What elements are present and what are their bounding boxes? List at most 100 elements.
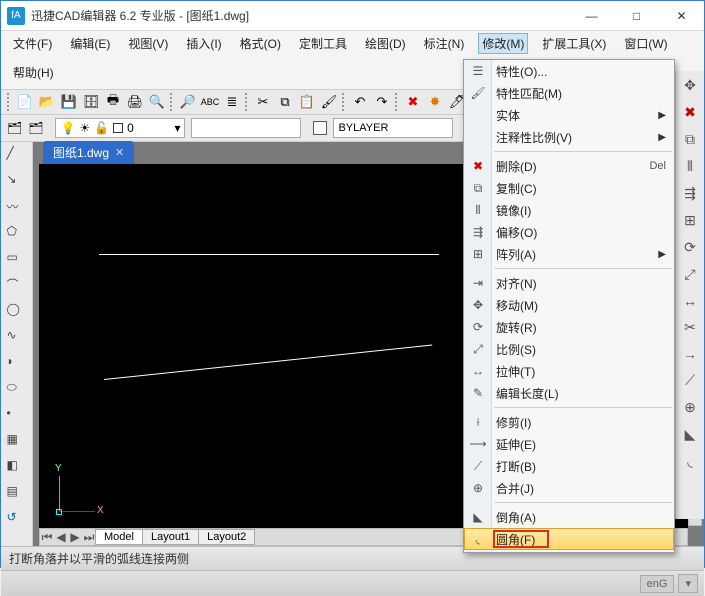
menuitem-matchprop[interactable]: 🖌特性匹配(M): [464, 82, 674, 104]
hatch-icon[interactable]: ▦: [7, 432, 27, 452]
gradient-icon[interactable]: ◧: [7, 458, 27, 478]
status-more-button[interactable]: ▾: [678, 574, 698, 593]
move-icon[interactable]: ✥: [684, 77, 696, 94]
new-icon[interactable]: 📄: [16, 93, 34, 111]
menu-edit[interactable]: 编辑(E): [66, 33, 114, 54]
menuitem-mirror[interactable]: ⦀镜像(I): [464, 199, 674, 221]
print-icon[interactable]: 🖨: [126, 93, 144, 111]
menu-custom[interactable]: 定制工具: [295, 33, 351, 54]
minimize-button[interactable]: —: [569, 1, 614, 31]
tab-close-icon[interactable]: ✕: [115, 146, 124, 159]
matchprop-icon[interactable]: 🖌: [320, 93, 338, 111]
menu-modify[interactable]: 修改(M): [478, 33, 528, 54]
preview-icon[interactable]: 🔍: [148, 93, 166, 111]
point-icon[interactable]: •: [7, 406, 27, 426]
menuitem-rotate[interactable]: ⟳旋转(R): [464, 316, 674, 338]
fillet-icon[interactable]: ◟: [687, 453, 692, 470]
revert-icon[interactable]: ↺: [7, 510, 27, 530]
menuitem-editlen[interactable]: ✎编辑长度(L): [464, 382, 674, 404]
table-icon[interactable]: ▤: [7, 484, 27, 504]
sheet-tab-layout1[interactable]: Layout1: [142, 529, 199, 545]
menu-file[interactable]: 文件(F): [9, 33, 56, 54]
polygon-icon[interactable]: ⬠: [7, 224, 27, 244]
toolbar-grip-icon[interactable]: [245, 93, 248, 111]
ellipse-icon[interactable]: ◗: [7, 354, 27, 374]
ray-icon[interactable]: ↘: [7, 172, 27, 192]
maximize-button[interactable]: □: [614, 1, 659, 31]
menuitem-annoscale[interactable]: 注释性比例(V)▶: [464, 126, 674, 148]
sheet-last-icon[interactable]: ⏭: [82, 530, 96, 545]
menuitem-delete[interactable]: ✖删除(D)Del: [464, 155, 674, 177]
menu-exttools[interactable]: 扩展工具(X): [538, 33, 610, 54]
bylayer-field[interactable]: [333, 118, 453, 138]
erase-icon[interactable]: ✖: [684, 104, 696, 121]
explode-icon[interactable]: ✸: [426, 93, 444, 111]
save-icon[interactable]: 💾: [60, 93, 78, 111]
menu-insert[interactable]: 插入(I): [182, 33, 225, 54]
menuitem-chamfer[interactable]: ◣倒角(A): [464, 506, 674, 528]
menuitem-copy[interactable]: ⧉复制(C): [464, 177, 674, 199]
join-icon[interactable]: ⊕: [684, 399, 696, 416]
extend-icon[interactable]: →: [683, 346, 697, 362]
menu-help[interactable]: 帮助(H): [9, 62, 58, 83]
menuitem-entity[interactable]: 实体▶: [464, 104, 674, 126]
saveas-icon[interactable]: 🗄: [82, 93, 100, 111]
toolbar-grip-icon[interactable]: [342, 93, 345, 111]
menu-view[interactable]: 视图(V): [124, 33, 172, 54]
spell-icon[interactable]: ABC: [201, 93, 219, 111]
close-button[interactable]: ✕: [659, 1, 704, 31]
menu-draw[interactable]: 绘图(D): [361, 33, 410, 54]
menu-annotate[interactable]: 标注(N): [420, 33, 469, 54]
menuitem-extend[interactable]: ⟶延伸(E): [464, 433, 674, 455]
sheet-tab-layout2[interactable]: Layout2: [198, 529, 255, 545]
status-lang-button[interactable]: enG: [640, 575, 675, 593]
cut-icon[interactable]: ✂: [254, 93, 272, 111]
menuitem-stretch[interactable]: ↔拉伸(T): [464, 360, 674, 382]
offset-icon[interactable]: ⇶: [684, 185, 696, 202]
arc-icon[interactable]: ⌒: [7, 276, 27, 296]
open-icon[interactable]: 📂: [38, 93, 56, 111]
menuitem-fillet[interactable]: ◟ 圆角(F): [464, 528, 674, 550]
copy-icon[interactable]: ⧉: [276, 93, 294, 111]
chamfer-icon[interactable]: ◣: [685, 426, 696, 443]
mirror-icon[interactable]: ⦀: [687, 158, 693, 175]
menu-format[interactable]: 格式(O): [236, 33, 285, 54]
toolbar-grip-icon[interactable]: [395, 93, 398, 111]
layer-selector[interactable]: 💡 ☀ 🔓 0 ▾: [55, 118, 185, 138]
array-icon[interactable]: ⊞: [684, 212, 696, 229]
menuitem-break[interactable]: ⟋打断(B): [464, 455, 674, 477]
linetype-selector[interactable]: [191, 118, 301, 138]
toolbar-grip-icon[interactable]: [7, 93, 10, 111]
circle-icon[interactable]: ◯: [7, 302, 27, 322]
scale-icon[interactable]: ⤢: [684, 266, 695, 283]
export-icon[interactable]: 🖶: [104, 93, 122, 111]
menuitem-trim[interactable]: ⟊修剪(I): [464, 411, 674, 433]
menuitem-move[interactable]: ✥移动(M): [464, 294, 674, 316]
stretch-icon[interactable]: ↔: [683, 293, 697, 309]
layers-icon[interactable]: ≣: [223, 93, 241, 111]
sheet-tab-model[interactable]: Model: [95, 529, 143, 545]
undo-icon[interactable]: ↶: [351, 93, 369, 111]
menuitem-array[interactable]: ⊞阵列(A)▶: [464, 243, 674, 265]
break-icon[interactable]: ⟋: [685, 372, 695, 389]
ellipse2-icon[interactable]: ⬭: [7, 380, 27, 400]
menuitem-join[interactable]: ⊕合并(J): [464, 477, 674, 499]
polyline-icon[interactable]: 〰: [7, 198, 27, 218]
line-icon[interactable]: ╱: [7, 146, 27, 166]
paste-icon[interactable]: 📋: [298, 93, 316, 111]
layerstate-icon[interactable]: 🗂: [28, 121, 43, 135]
menuitem-properties[interactable]: ☰特性(O)...: [464, 60, 674, 82]
redo-icon[interactable]: ↷: [373, 93, 391, 111]
sheet-first-icon[interactable]: ⏮: [40, 530, 54, 545]
menuitem-offset[interactable]: ⇶偏移(O): [464, 221, 674, 243]
trim-icon[interactable]: ✂: [684, 319, 696, 336]
menuitem-scale[interactable]: ⤢比例(S): [464, 338, 674, 360]
copy2-icon[interactable]: ⧉: [685, 131, 695, 148]
rotate-icon[interactable]: ⟳: [684, 239, 696, 256]
document-tab[interactable]: 图纸1.dwg ✕: [43, 141, 134, 164]
color-picker[interactable]: [313, 121, 327, 135]
layerstack-icon[interactable]: 🗂: [7, 121, 22, 135]
rectangle-icon[interactable]: ▭: [7, 250, 27, 270]
menu-window[interactable]: 窗口(W): [620, 33, 671, 54]
sheet-next-icon[interactable]: ▶: [68, 530, 82, 545]
